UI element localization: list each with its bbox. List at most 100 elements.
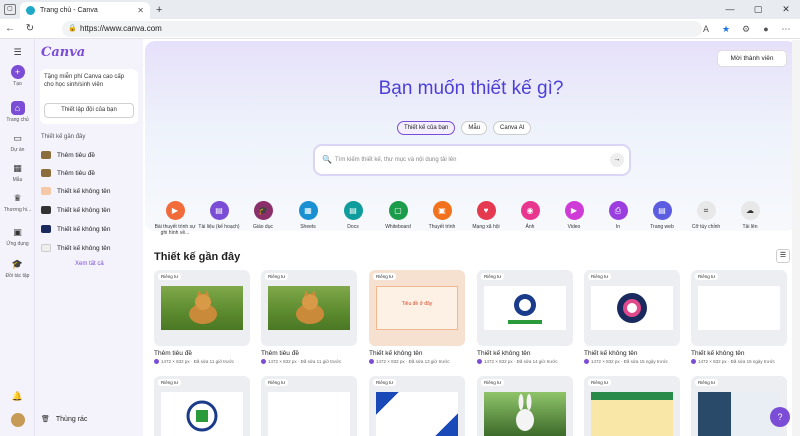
recent-item-label: Thiết kế không tên	[57, 187, 111, 195]
owner-avatar	[477, 359, 482, 364]
design-card[interactable]: Riêng tư Thiết kế không tên 1472 × 832 p…	[691, 270, 787, 364]
extensions-icon[interactable]: ⚙	[736, 24, 756, 35]
setup-team-button[interactable]: Thiết lập đội của bạn	[44, 103, 134, 118]
rail-notifications[interactable]: 🔔	[0, 389, 35, 405]
category-item[interactable]: ⎙ In	[596, 201, 640, 230]
browser-tab[interactable]: Trang chủ - Canva ✕	[20, 2, 150, 19]
category-item[interactable]: ◉ Ảnh	[508, 201, 552, 230]
category-item[interactable]: ▶ Bài thuyết trình sự ghi hình về...	[153, 201, 197, 236]
profile-avatar-icon[interactable]: ●	[756, 24, 776, 34]
recent-item[interactable]: Thiết kế không tên	[41, 242, 141, 254]
search-icon: 🔍	[322, 155, 332, 164]
category-label: Docs	[347, 224, 359, 230]
lock-icon: 🔒	[68, 25, 77, 32]
see-all-link[interactable]: Xem tất cả	[75, 261, 104, 267]
close-window-icon[interactable]: ✕	[772, 0, 800, 19]
private-badge: Riêng tư	[695, 273, 719, 280]
menu-icon[interactable]: ⋯	[776, 24, 796, 35]
url-field[interactable]: 🔒 https://www.canva.com	[62, 21, 702, 37]
design-card[interactable]: Riêng tư	[584, 376, 680, 436]
rail-apps[interactable]: ▣ Ứng dụng	[0, 225, 35, 247]
private-badge: Riêng tư	[158, 379, 182, 386]
search-submit-icon[interactable]: →	[610, 153, 624, 167]
category-icon: 🎓	[253, 201, 273, 220]
rail-projects[interactable]: ▭ Dự án	[0, 131, 35, 153]
recent-thumb	[41, 187, 51, 195]
search-input[interactable]: Tìm kiếm thiết kế, thư mục và nội dung t…	[335, 157, 456, 163]
rail-create[interactable]: + Tạo	[0, 65, 35, 87]
school-emblem-icon	[186, 400, 218, 432]
recent-item[interactable]: Thiết kế không tên	[41, 223, 141, 235]
search-box[interactable]: 🔍 Tìm kiếm thiết kế, thư mục và nội dung…	[313, 144, 631, 176]
read-aloud-icon[interactable]: A	[696, 24, 716, 34]
category-item[interactable]: ▶ Video	[552, 201, 596, 230]
category-label: Video	[567, 224, 581, 230]
design-card[interactable]: Riêng tư Thiết kế không tên 1472 × 832 p…	[477, 270, 573, 364]
recent-item[interactable]: Thiết kế không tên	[41, 185, 141, 197]
private-badge: Riêng tư	[588, 273, 612, 280]
page-scrollbar[interactable]	[792, 40, 800, 436]
browser-tabbar: ▢ Trang chủ - Canva ✕ + — ▢ ✕	[0, 0, 800, 19]
back-icon[interactable]: ←	[0, 23, 20, 34]
design-card[interactable]: Riêng tư	[154, 376, 250, 436]
search-scope-chips: Thiết kế của bạn Mẫu Canva AI	[397, 121, 532, 135]
private-badge: Riêng tư	[265, 379, 289, 386]
close-tab-icon[interactable]: ✕	[137, 6, 144, 15]
rail-account[interactable]	[0, 413, 35, 429]
design-title: Thiết kế không tên	[584, 350, 638, 357]
slide-title-text: Tiêu đề ở đây	[401, 301, 433, 307]
favorite-star-icon[interactable]: ★	[716, 24, 736, 35]
rail-collapse[interactable]: ☰	[0, 45, 35, 61]
design-card[interactable]: Riêng tư Thêm tiêu đề 1472 × 832 px · Đã…	[261, 270, 357, 364]
rail-brand[interactable]: ♛ Thương hi...	[0, 191, 35, 213]
category-item[interactable]: 🎓 Giáo dục	[241, 201, 285, 230]
recent-item[interactable]: Thêm tiêu đề	[41, 167, 141, 179]
design-card[interactable]: Riêng tư Thêm tiêu đề 1472 × 832 px · Đã…	[154, 270, 250, 364]
help-button[interactable]: ?	[770, 407, 790, 427]
design-thumbnail: Riêng tư	[154, 270, 250, 346]
category-item[interactable]: ▣ Thuyết trình	[420, 201, 464, 230]
category-item[interactable]: ⌗ Cỡ tùy chỉnh	[684, 201, 728, 230]
reload-icon[interactable]: ↻	[20, 23, 40, 34]
category-item[interactable]: ▦ Sheets	[286, 201, 330, 230]
list-view-icon[interactable]: ☰	[776, 249, 790, 263]
rail-home[interactable]: ⌂ Trang chủ	[0, 101, 35, 123]
design-card[interactable]: Riêng tư Thiết kế không tên 1472 × 832 p…	[584, 270, 680, 364]
design-card[interactable]: Riêng tư	[369, 376, 465, 436]
chip-your-designs[interactable]: Thiết kế của bạn	[397, 121, 456, 135]
canva-favicon-icon	[26, 6, 35, 15]
invite-members-button[interactable]: Mời thành viên	[717, 50, 787, 67]
tab-actions-icon[interactable]: ▢	[4, 4, 16, 15]
category-item[interactable]: ▤ Tài liệu (kế hoạch)	[197, 201, 241, 230]
category-icon: ♥	[476, 201, 496, 220]
design-meta-text: 1472 × 832 px · Đã sửa 15 ngày trước	[591, 359, 668, 364]
minimize-icon[interactable]: —	[716, 0, 744, 19]
recent-thumb	[41, 151, 51, 159]
design-card[interactable]: Riêng tư Tiêu đề ở đây Thiết kế không tê…	[369, 270, 465, 364]
private-badge: Riêng tư	[481, 379, 505, 386]
trash-item[interactable]: 🗑 Thùng rác	[41, 415, 87, 424]
design-card[interactable]: Riêng tư	[691, 376, 787, 436]
design-meta-text: 1472 × 832 px · Đã sửa 15 ngày trước	[698, 359, 775, 364]
category-label: Trang web	[650, 224, 674, 230]
rail-education[interactable]: 🎓 Đồi tác tập	[0, 257, 35, 279]
category-item[interactable]: ☁ Tải lên	[728, 201, 772, 230]
category-item[interactable]: ♥ Mạng xã hội	[464, 201, 508, 230]
maximize-icon[interactable]: ▢	[744, 0, 772, 19]
canva-logo[interactable]: Canva	[41, 45, 85, 60]
recent-item-label: Thiết kế không tên	[57, 225, 111, 233]
category-item[interactable]: ▢ Whiteboard	[376, 201, 420, 230]
design-title: Thiết kế không tên	[691, 350, 745, 357]
chip-canva-ai[interactable]: Canva AI	[493, 121, 532, 135]
tab-title: Trang chủ - Canva	[40, 7, 98, 14]
rail-templates[interactable]: ▦ Mẫu	[0, 161, 35, 183]
category-item[interactable]: ▤ Trang web	[640, 201, 684, 230]
design-card[interactable]: Riêng tư	[477, 376, 573, 436]
recent-item[interactable]: Thiết kế không tên	[41, 204, 141, 216]
design-card[interactable]: Riêng tư	[261, 376, 357, 436]
new-tab-icon[interactable]: +	[156, 2, 162, 19]
category-item[interactable]: ▤ Docs	[331, 201, 375, 230]
recent-item[interactable]: Thêm tiêu đề	[41, 149, 141, 161]
rail-label: Ứng dụng	[6, 241, 29, 247]
chip-templates[interactable]: Mẫu	[461, 121, 488, 135]
